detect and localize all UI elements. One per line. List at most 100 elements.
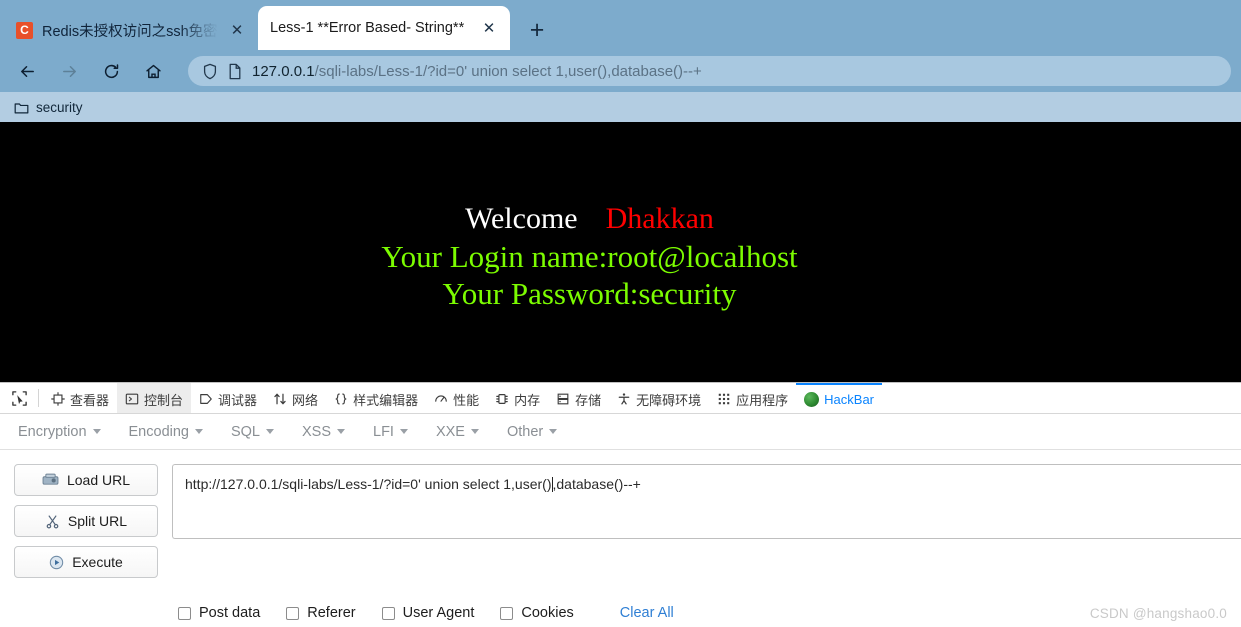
- checkbox-cookies[interactable]: Cookies: [500, 605, 574, 621]
- devtools-tab-inspector[interactable]: 查看器: [43, 383, 117, 413]
- hackbar-menu-other[interactable]: Other: [506, 423, 558, 440]
- hackbar-menu-lfi[interactable]: LFI: [373, 424, 408, 440]
- element-picker-icon[interactable]: [4, 383, 34, 413]
- chevron-down-icon: [399, 429, 408, 434]
- checkbox-post-data[interactable]: Post data: [178, 605, 260, 621]
- devtools-tab-label: 无障碍环境: [636, 392, 702, 408]
- hackbar-menu-sql[interactable]: SQL: [231, 424, 274, 440]
- chevron-down-icon: [337, 429, 346, 434]
- password-line: Your Password:security: [442, 276, 737, 312]
- button-label: Load URL: [66, 472, 131, 488]
- hackbar-menu-xxe[interactable]: XXE: [436, 424, 479, 440]
- browser-chrome: C Redis未授权访问之ssh免密登录 ✕ Less-1 **Error Ba…: [0, 0, 1241, 122]
- execute-icon: [49, 555, 64, 570]
- devtools-tab-label: 样式编辑器: [353, 392, 419, 408]
- checkbox-box[interactable]: [381, 606, 395, 620]
- menu-label: Other: [506, 423, 544, 440]
- menu-label: LFI: [373, 423, 394, 440]
- tab-title: Less-1 **Error Based- String**: [270, 20, 465, 36]
- csdn-favicon: C: [16, 21, 33, 39]
- devtools-tab-console[interactable]: 控制台: [117, 383, 192, 413]
- welcome-line: Welcome Dhakkan: [0, 200, 1179, 238]
- back-icon[interactable]: [10, 56, 44, 86]
- split-url-icon: [45, 514, 60, 529]
- menu-label: XXE: [435, 423, 465, 440]
- new-tab-button[interactable]: +: [522, 15, 552, 45]
- checkbox-label: Post data: [199, 605, 261, 621]
- menu-label: Encryption: [18, 423, 87, 440]
- application-icon: [717, 392, 731, 406]
- page-info-icon[interactable]: [228, 63, 242, 80]
- checkbox-box[interactable]: [178, 606, 191, 620]
- checkbox-label: User Agent: [402, 605, 475, 621]
- hackbar-menu-encryption[interactable]: Encryption: [18, 424, 101, 440]
- chevron-down-icon: [266, 429, 274, 434]
- debugger-icon: [199, 392, 213, 406]
- devtools-tab-label: 应用程序: [736, 392, 789, 408]
- url-text-after-caret: ,database()--+: [552, 476, 641, 492]
- split-url-button[interactable]: Split URL: [14, 505, 158, 537]
- button-label: Split URL: [67, 513, 128, 529]
- address-bar-path: /sqli-labs/Less-1/?id=0' union select 1,…: [314, 62, 702, 80]
- accessibility-icon: [617, 392, 631, 406]
- menu-label: SQL: [230, 423, 260, 440]
- bookmarks-bar: security: [0, 92, 1241, 122]
- tab-close-icon[interactable]: ✕: [480, 19, 498, 37]
- devtools-tab-storage[interactable]: 存储: [548, 383, 609, 413]
- checkbox-box[interactable]: [500, 606, 514, 620]
- devtools-tab-accessibility[interactable]: 无障碍环境: [609, 383, 709, 413]
- devtools-tab-network[interactable]: 网络: [265, 383, 326, 413]
- bookmark-item-security[interactable]: security: [14, 100, 83, 115]
- devtools-tab-label: 存储: [575, 392, 602, 408]
- clear-all-link[interactable]: Clear All: [620, 605, 674, 621]
- network-icon: [273, 392, 287, 406]
- devtools-tab-hackbar[interactable]: HackBar: [796, 383, 883, 413]
- hackbar-menu-encoding[interactable]: Encoding: [129, 424, 203, 440]
- menu-label: XSS: [302, 423, 332, 440]
- devtools-tab-label: 内存: [514, 392, 541, 408]
- navigation-toolbar: 127.0.0.1/sqli-labs/Less-1/?id=0' union …: [0, 50, 1241, 92]
- hackbar-body: Load URL Split URL Execute http://127.0.…: [0, 450, 1241, 587]
- button-label: Execute: [72, 554, 123, 570]
- welcome-name: Dhakkan: [605, 202, 714, 235]
- chevron-down-icon: [549, 429, 558, 434]
- browser-tab-1[interactable]: C Redis未授权访问之ssh免密登录 ✕: [4, 10, 254, 50]
- hackbar-menu-xss[interactable]: XSS: [302, 423, 346, 440]
- address-bar-text: 127.0.0.1/sqli-labs/Less-1/?id=0' union …: [252, 63, 702, 80]
- devtools-panel: 查看器 控制台 调试器 网络 样式编辑器 性能 内存 存储 无障碍环境 应用程序…: [0, 382, 1241, 621]
- chevron-down-icon: [470, 429, 479, 434]
- devtools-tab-label: 性能: [453, 392, 480, 408]
- devtools-tab-style-editor[interactable]: 样式编辑器: [326, 383, 426, 413]
- home-icon[interactable]: [136, 56, 170, 86]
- devtools-tab-debugger[interactable]: 调试器: [191, 383, 265, 413]
- shield-icon[interactable]: [202, 63, 218, 80]
- checkbox-box[interactable]: [286, 606, 300, 620]
- hackbar-options-row: Post data Referer User Agent Cookies Cle…: [178, 605, 1241, 621]
- welcome-text: Welcome: [465, 202, 578, 235]
- address-bar-host: 127.0.0.1: [252, 62, 315, 80]
- address-bar[interactable]: 127.0.0.1/sqli-labs/Less-1/?id=0' union …: [188, 56, 1231, 86]
- toolbar-divider: [38, 389, 39, 407]
- hackbar-url-input[interactable]: http://127.0.0.1/sqli-labs/Less-1/?id=0'…: [172, 464, 1241, 539]
- execute-button[interactable]: Execute: [14, 546, 158, 578]
- tab-strip: C Redis未授权访问之ssh免密登录 ✕ Less-1 **Error Ba…: [0, 0, 1241, 50]
- load-url-icon: [42, 473, 59, 487]
- hackbar-button-column: Load URL Split URL Execute: [14, 464, 158, 587]
- checkbox-referer[interactable]: Referer: [286, 605, 356, 621]
- browser-tab-2[interactable]: Less-1 **Error Based- String** ✕: [258, 6, 510, 50]
- checkbox-user-agent[interactable]: User Agent: [381, 605, 475, 621]
- tab-close-icon[interactable]: ✕: [228, 21, 246, 39]
- storage-icon: [556, 392, 570, 406]
- reload-icon[interactable]: [94, 56, 128, 86]
- devtools-tab-label: 调试器: [218, 392, 258, 408]
- screenshot-root: C Redis未授权访问之ssh免密登录 ✕ Less-1 **Error Ba…: [0, 0, 1241, 627]
- devtools-tab-application[interactable]: 应用程序: [709, 383, 796, 413]
- bookmark-label: security: [36, 99, 83, 115]
- devtools-tab-performance[interactable]: 性能: [426, 383, 487, 413]
- page-content: Welcome Dhakkan Your Login name:root@loca…: [0, 200, 1241, 313]
- url-text-before-caret: http://127.0.0.1/sqli-labs/Less-1/?id=0'…: [185, 476, 552, 492]
- devtools-tab-memory[interactable]: 内存: [487, 383, 548, 413]
- load-url-button[interactable]: Load URL: [14, 464, 158, 496]
- menu-label: Encoding: [128, 423, 189, 440]
- login-name-line: Your Login name:root@localhost: [381, 238, 798, 274]
